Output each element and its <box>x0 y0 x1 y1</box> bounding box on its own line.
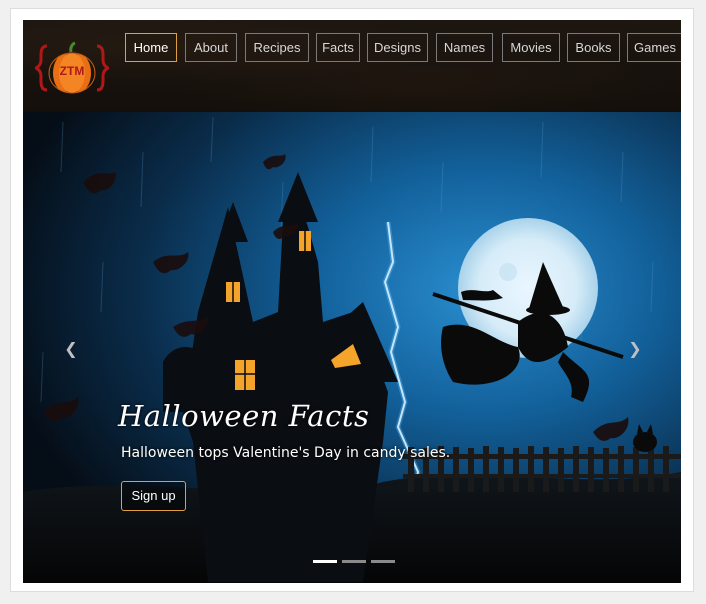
chevron-right-icon[interactable]: ❯ <box>625 340 645 360</box>
nav-games[interactable]: Games <box>627 33 681 62</box>
nav-names[interactable]: Names <box>436 33 493 62</box>
chevron-left-icon[interactable]: ❮ <box>61 340 81 360</box>
nav-books[interactable]: Books <box>567 33 620 62</box>
carousel-indicator-2[interactable] <box>342 560 366 563</box>
nav-movies[interactable]: Movies <box>502 33 560 62</box>
logo[interactable]: ZTM <box>32 40 112 96</box>
logo-text: ZTM <box>59 64 85 78</box>
haunted-house-illustration <box>23 112 681 583</box>
carousel-indicator-1[interactable] <box>313 560 337 563</box>
hero-carousel: ❮ ❯ Halloween Facts Halloween tops Valen… <box>23 112 681 583</box>
carousel-text: Halloween tops Valentine's Day in candy … <box>121 445 451 461</box>
website: ZTM Home About Recipes Facts Designs Nam… <box>23 20 681 583</box>
signup-button[interactable]: Sign up <box>121 481 186 511</box>
carousel-title: Halloween Facts <box>118 399 370 433</box>
carousel-indicator-3[interactable] <box>371 560 395 563</box>
navbar: ZTM Home About Recipes Facts Designs Nam… <box>23 20 681 112</box>
nav-facts[interactable]: Facts <box>316 33 360 62</box>
nav-about[interactable]: About <box>185 33 237 62</box>
nav-designs[interactable]: Designs <box>367 33 428 62</box>
nav-recipes[interactable]: Recipes <box>245 33 309 62</box>
nav-home[interactable]: Home <box>125 33 177 62</box>
